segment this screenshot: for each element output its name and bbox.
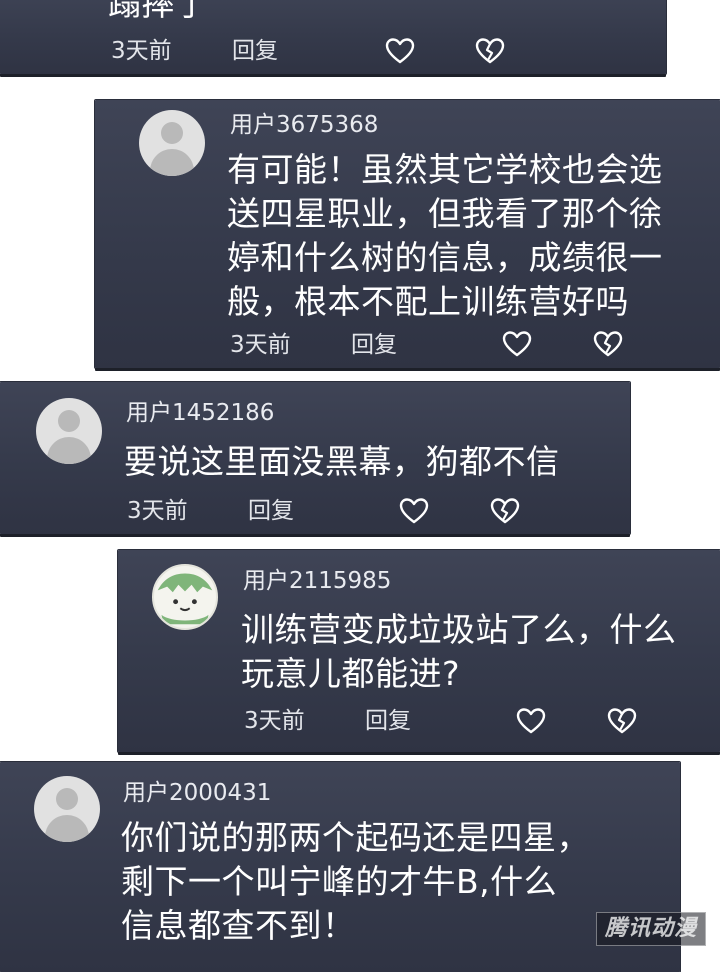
comment-text-line: 要说这里面没黑幕，狗都不信 (124, 442, 560, 481)
comment-time: 3天前 (127, 498, 188, 524)
comment-card: 蹋摔了 3天前 回复 (0, 0, 666, 74)
comment-text-line: 婷和什么树的信息，成绩很一 (227, 238, 663, 277)
broken-heart-icon[interactable] (475, 37, 505, 65)
username[interactable]: 用户1452186 (126, 400, 274, 426)
comment-text-line: 蹋摔了 (108, 0, 209, 23)
reply-button[interactable]: 回复 (351, 332, 397, 358)
watermark-logo: 腾讯动漫 (596, 912, 706, 946)
heart-outline-icon[interactable] (516, 707, 546, 735)
heart-outline-icon[interactable] (502, 330, 532, 358)
avatar-head-shape (58, 410, 80, 432)
avatar-head-shape (56, 788, 78, 810)
mascot-avatar[interactable] (152, 564, 218, 630)
broken-heart-icon[interactable] (593, 330, 623, 358)
avatar-body-shape (45, 815, 89, 842)
username[interactable]: 用户2000431 (123, 780, 271, 806)
heart-outline-icon[interactable] (385, 37, 415, 65)
avatar-body-shape (47, 437, 91, 464)
username[interactable]: 用户2115985 (243, 568, 391, 594)
broken-heart-icon[interactable] (490, 497, 520, 525)
avatar[interactable] (36, 398, 102, 464)
reply-button[interactable]: 回复 (248, 498, 294, 524)
comment-card: 用户2000431 你们说的那两个起码还是四星， 剩下一个叫宁峰的才牛B,什么 … (0, 762, 680, 972)
broken-heart-icon[interactable] (607, 707, 637, 735)
comment-card: 用户1452186 要说这里面没黑幕，狗都不信 3天前 回复 (0, 382, 630, 534)
avatar[interactable] (34, 776, 100, 842)
comment-text-line: 剩下一个叫宁峰的才牛B,什么 (121, 862, 558, 901)
username[interactable]: 用户3675368 (230, 112, 378, 138)
comment-time: 3天前 (230, 332, 291, 358)
comment-text-line: 你们说的那两个起码还是四星， (121, 818, 590, 857)
comment-time: 3天前 (111, 38, 172, 64)
comment-card: 用户3675368 有可能！虽然其它学校也会选 送四星职业，但我看了那个徐 婷和… (95, 100, 720, 368)
comment-text-line: 送四星职业，但我看了那个徐 (227, 194, 663, 233)
avatar-head-shape (161, 122, 183, 144)
comment-text-line: 训练营变成垃圾站了么，什么 (241, 610, 677, 649)
comment-text-line: 信息都查不到！ (121, 906, 356, 945)
heart-outline-icon[interactable] (399, 497, 429, 525)
comment-text-line: 般，根本不配上训练营好吗 (227, 282, 629, 321)
comment-time: 3天前 (244, 708, 305, 734)
comment-card: 用户2115985 训练营变成垃圾站了么，什么 玩意儿都能进? 3天前 回复 (118, 550, 720, 752)
comment-text-line: 有可能！虽然其它学校也会选 (227, 150, 663, 189)
avatar-body-shape (150, 149, 194, 176)
comment-text-line: 玩意儿都能进? (241, 654, 461, 693)
avatar[interactable] (139, 110, 205, 176)
reply-button[interactable]: 回复 (365, 708, 411, 734)
reply-button[interactable]: 回复 (232, 38, 278, 64)
